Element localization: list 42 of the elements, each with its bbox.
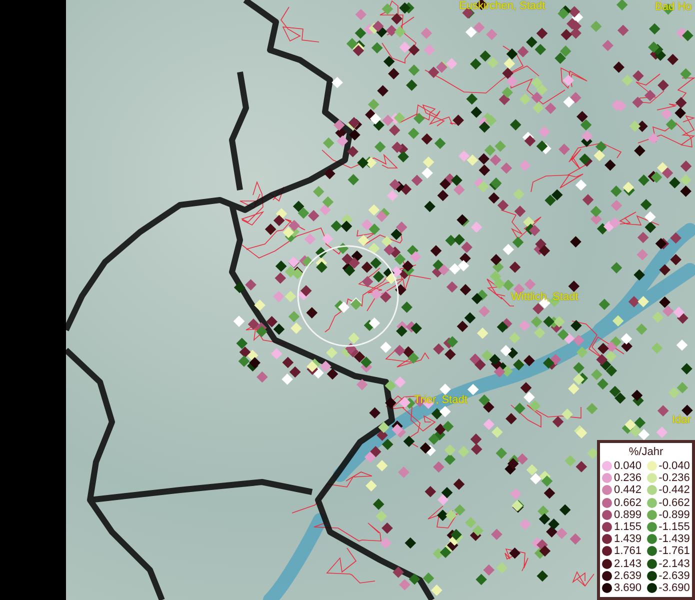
legend-value: -3.690	[658, 582, 690, 594]
legend-value: 1.155	[614, 521, 642, 534]
boundary-line	[314, 522, 382, 542]
legend-value: 1.761	[614, 545, 642, 558]
boundary-line	[510, 404, 582, 428]
legend-value: 2.143	[614, 558, 642, 570]
boundary-line	[416, 104, 456, 125]
legend-value: -1.439	[658, 533, 690, 546]
legend-value: 0.236	[614, 472, 642, 484]
legend-value: 0.040	[614, 460, 642, 472]
legend-value: -2.143	[658, 558, 690, 570]
legend-value: -0.899	[658, 508, 690, 521]
legend-value: -1.761	[658, 545, 690, 558]
boundary-line	[326, 548, 376, 584]
boundary-line	[619, 212, 660, 226]
legend-value: 3.690	[614, 582, 642, 594]
boundary-line	[280, 6, 320, 42]
legend-value: 0.899	[614, 508, 642, 521]
boundary-line	[636, 74, 664, 104]
legend-value: -0.442	[658, 484, 690, 496]
legend-value: -0.236	[658, 472, 690, 484]
boundary-line	[356, 228, 402, 246]
legend-value: 0.442	[614, 484, 642, 496]
boundary-line	[572, 571, 594, 587]
place-label: Idar	[672, 414, 691, 426]
legend-value: 1.439	[614, 533, 642, 546]
boundary-line	[398, 104, 445, 126]
boundary-line	[500, 210, 542, 240]
boundary-line	[504, 548, 528, 572]
legend-value: -0.040	[658, 460, 690, 472]
place-label: Trier, Stadt	[414, 394, 468, 406]
legend-value: -1.155	[658, 521, 690, 534]
boundary-line	[428, 506, 458, 528]
place-label: Wittlich, Stadt	[511, 291, 578, 303]
boundary-line	[572, 320, 624, 358]
boundary-line	[656, 78, 695, 110]
legend-title: %/Jahr	[628, 445, 664, 460]
legend-value: 0.662	[614, 496, 642, 509]
legend-value: -2.639	[658, 570, 690, 582]
legend-value: -0.662	[658, 496, 690, 509]
legend-value: 2.639	[614, 570, 642, 582]
boundary-line	[568, 142, 622, 170]
